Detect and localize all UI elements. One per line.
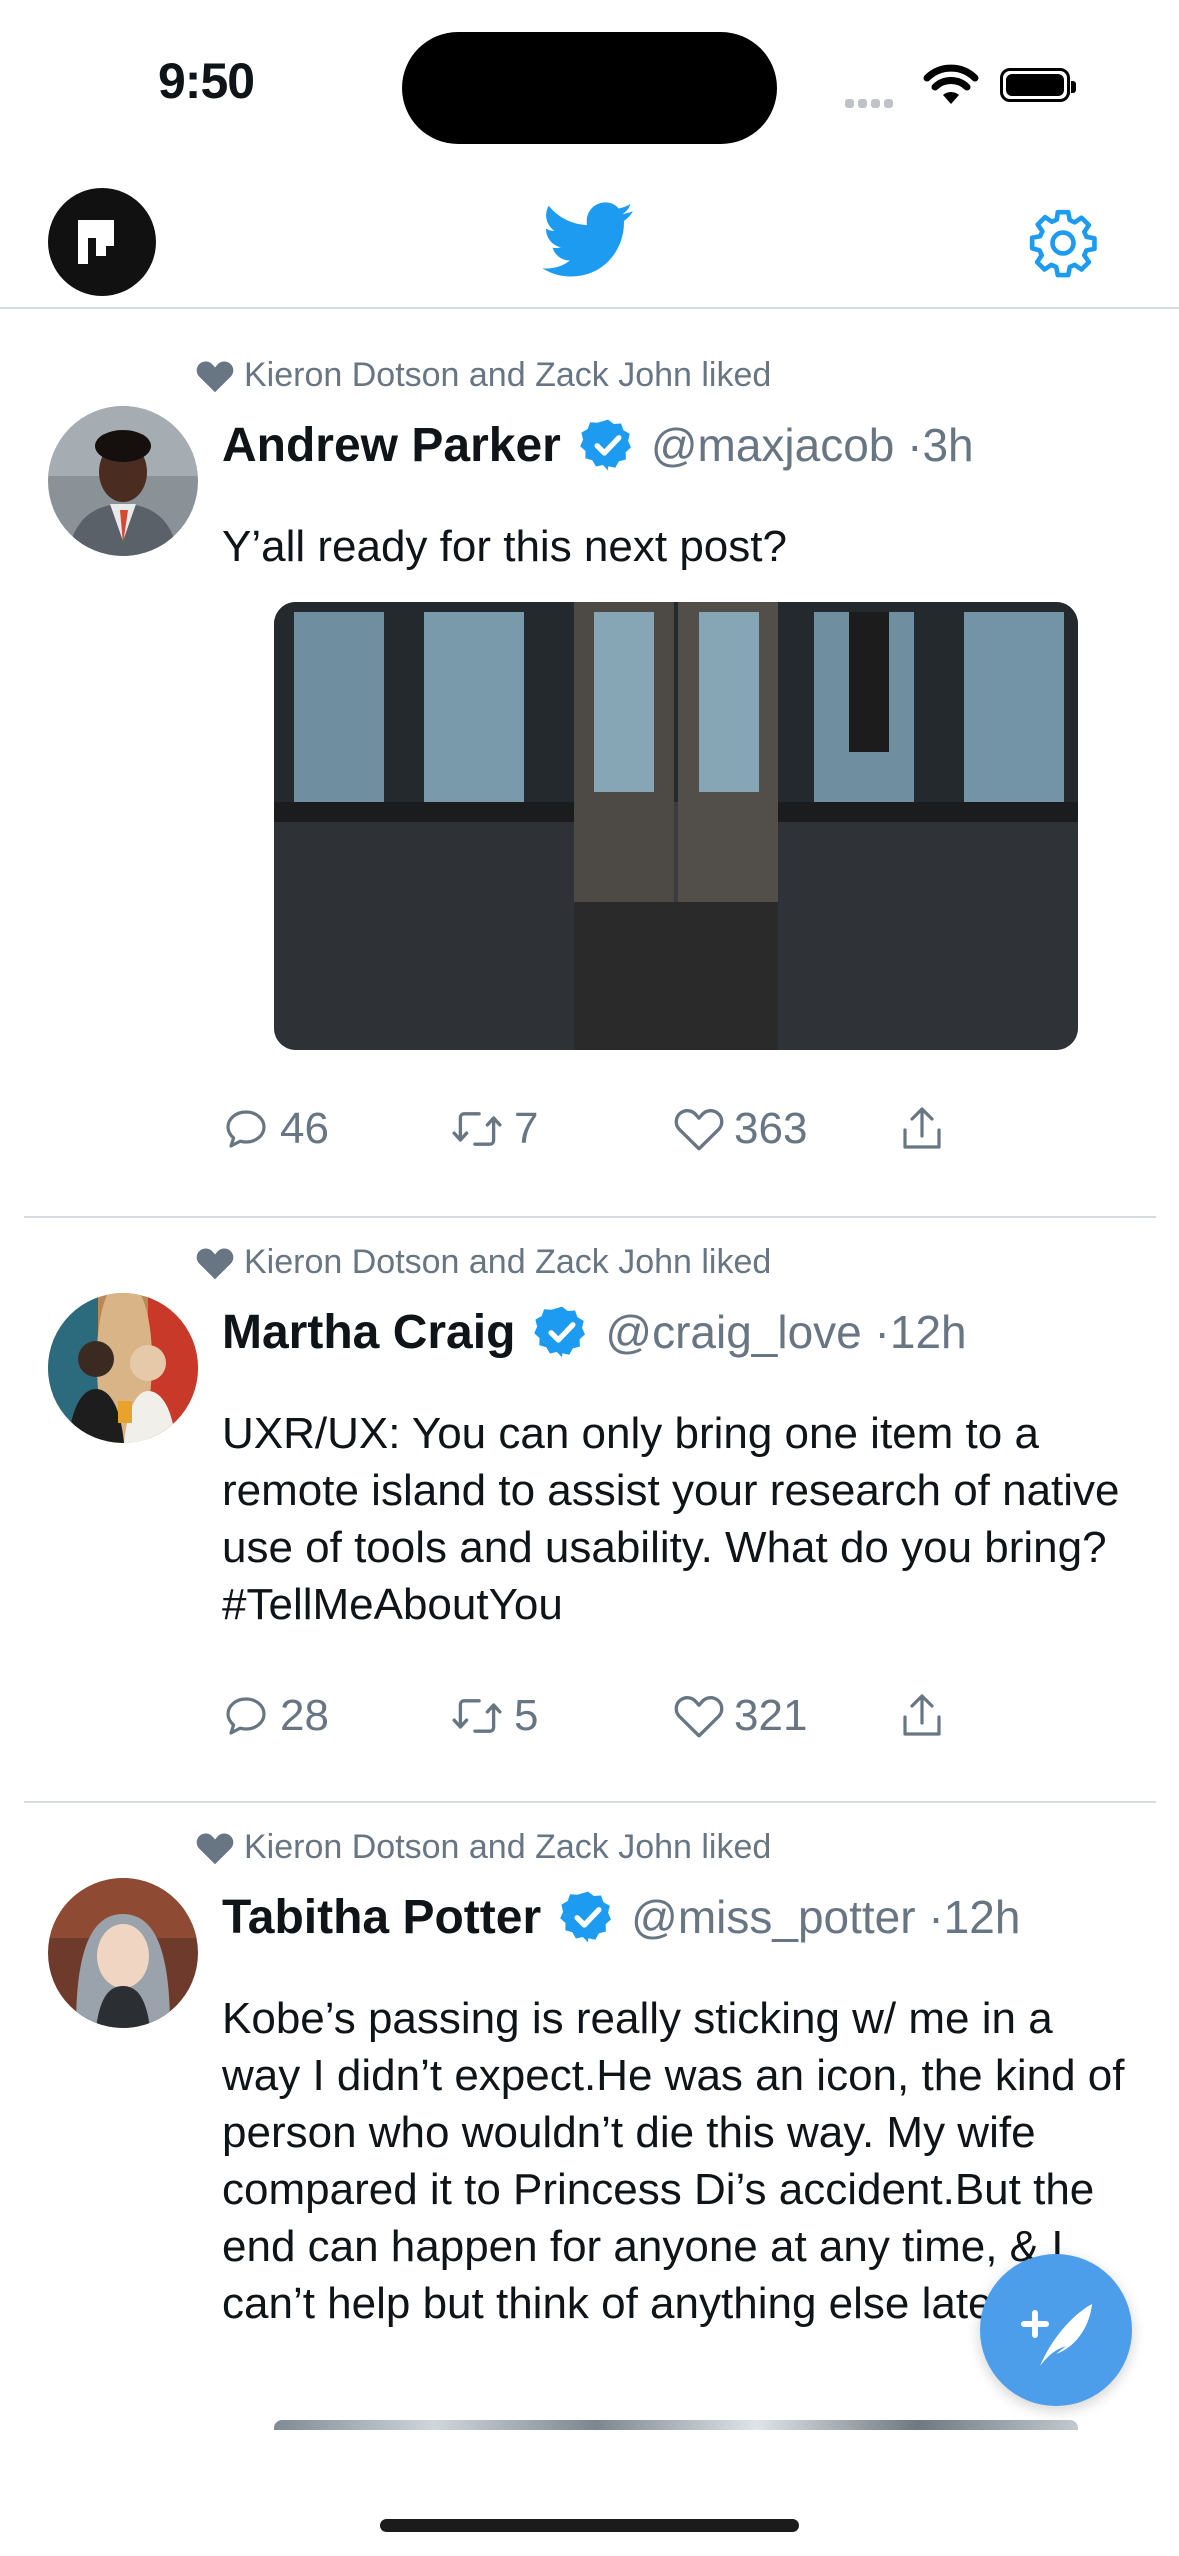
author-handle[interactable]: @craig_love ·12h <box>605 1305 966 1359</box>
tweet-author-row: Martha Craig @craig_love ·12h <box>222 1303 967 1361</box>
twitter-bird-icon[interactable] <box>543 202 635 278</box>
heart-filled-icon <box>196 361 234 392</box>
status-time: 9:50 <box>158 53 255 109</box>
reply-icon <box>226 1697 266 1735</box>
like-button[interactable]: 363 <box>674 1104 807 1154</box>
tweet-actions: 28 5 321 <box>222 1691 982 1751</box>
share-icon <box>903 1694 941 1736</box>
share-button[interactable] <box>898 1104 946 1154</box>
battery-icon <box>1000 68 1076 102</box>
reply-button[interactable]: 46 <box>222 1104 329 1154</box>
gear-icon[interactable] <box>1026 206 1100 280</box>
tweet-divider <box>24 1801 1156 1803</box>
verified-badge-icon <box>560 1891 612 1943</box>
heart-icon <box>674 1109 724 1151</box>
retweet-icon <box>452 1699 502 1733</box>
liked-by-text: Kieron Dotson and Zack John liked <box>244 1243 772 1281</box>
tweet-image-partial[interactable] <box>274 2420 1078 2430</box>
compose-feather-icon <box>1021 2304 1092 2366</box>
cellular-signal-icon <box>845 95 897 113</box>
retweet-button[interactable]: 7 <box>450 1104 538 1154</box>
share-icon <box>903 1107 941 1149</box>
dynamic-island <box>402 32 777 144</box>
heart-filled-icon <box>196 1248 234 1279</box>
app-logo-button[interactable] <box>48 188 156 296</box>
tweet-author-row: Tabitha Potter @miss_potter ·12h <box>222 1888 1020 1946</box>
retweet-icon <box>452 1112 502 1146</box>
verified-badge-icon <box>580 419 631 471</box>
tweet-author-row: Andrew Parker @maxjacob ·3h <box>222 416 974 474</box>
heart-filled-icon <box>196 1833 234 1864</box>
avatar[interactable] <box>48 1293 198 1443</box>
liked-by-text: Kieron Dotson and Zack John liked <box>244 356 772 394</box>
reply-icon <box>226 1110 266 1148</box>
heart-icon <box>674 1696 724 1738</box>
author-name[interactable]: Tabitha Potter <box>222 1890 541 1945</box>
author-handle[interactable]: @miss_potter ·12h <box>631 1890 1020 1944</box>
tweet-text: Y’all ready for this next post? <box>222 522 787 571</box>
author-handle[interactable]: @maxjacob ·3h <box>651 418 974 472</box>
liked-by-row: Kieron Dotson and Zack John liked <box>196 1243 771 1282</box>
avatar[interactable] <box>48 406 198 556</box>
tweet-image[interactable] <box>274 602 1078 1050</box>
header-divider <box>0 307 1179 309</box>
verified-badge-icon <box>534 1306 586 1358</box>
wifi-icon <box>923 64 979 104</box>
like-button[interactable]: 321 <box>674 1691 807 1741</box>
tweet-text: UXR/UX: You can only bring one item to a… <box>222 1409 1120 1629</box>
tweet-actions: 46 7 363 <box>222 1104 982 1164</box>
avatar[interactable] <box>48 1878 198 2028</box>
tweet-divider <box>24 1216 1156 1218</box>
liked-by-row: Kieron Dotson and Zack John liked <box>196 356 771 395</box>
liked-by-text: Kieron Dotson and Zack John liked <box>244 1828 772 1866</box>
home-indicator[interactable] <box>380 2519 799 2532</box>
liked-by-row: Kieron Dotson and Zack John liked <box>196 1828 771 1867</box>
reply-button[interactable]: 28 <box>222 1691 329 1741</box>
retweet-button[interactable]: 5 <box>450 1691 538 1741</box>
app-logo-icon <box>78 220 116 264</box>
author-name[interactable]: Martha Craig <box>222 1305 515 1360</box>
author-name[interactable]: Andrew Parker <box>222 418 561 473</box>
share-button[interactable] <box>898 1691 946 1741</box>
compose-tweet-button[interactable] <box>980 2254 1132 2406</box>
